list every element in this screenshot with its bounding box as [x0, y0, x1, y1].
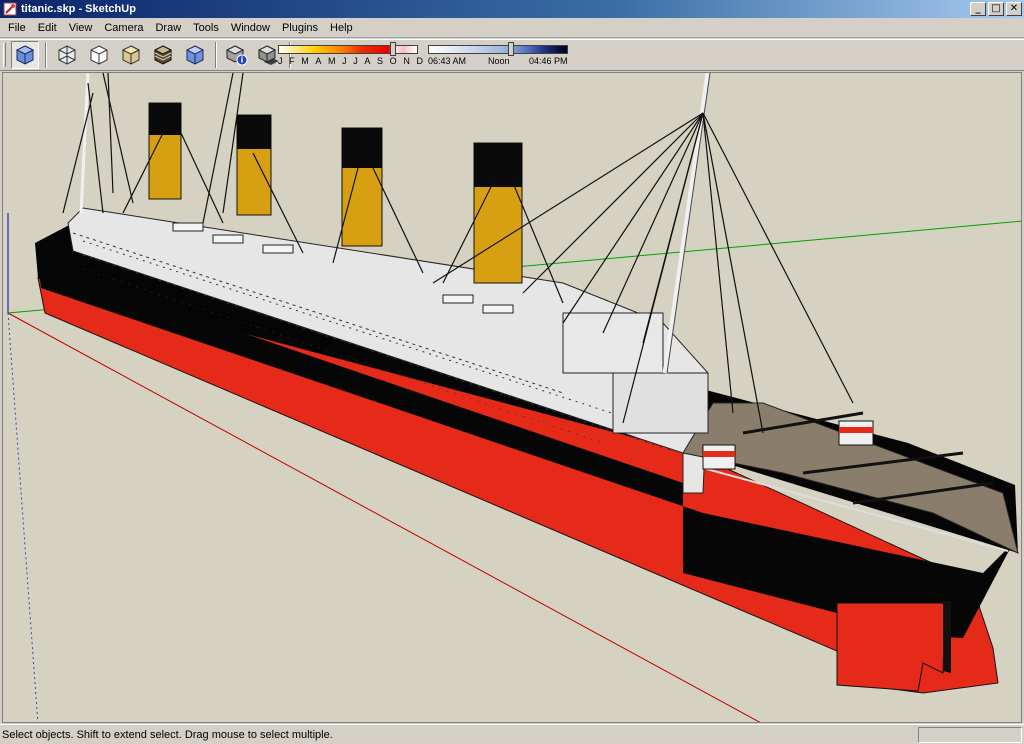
shadow-info-icon	[226, 45, 248, 66]
xray-cube-icon	[58, 45, 76, 65]
sketchup-app-icon	[3, 2, 17, 16]
sunset-time-label: 04:46 PM	[529, 56, 568, 66]
shadow-cube-icon	[258, 45, 279, 65]
menu-bar: File Edit View Camera Draw Tools Window …	[0, 18, 1024, 38]
menu-tools[interactable]: Tools	[187, 20, 225, 36]
titanic-model-render	[7, 73, 1021, 722]
menu-edit[interactable]: Edit	[32, 20, 63, 36]
iso-view-button[interactable]	[11, 41, 39, 69]
month-label: J	[342, 56, 347, 66]
textured-cube-icon	[185, 45, 205, 65]
shaded-textures-button[interactable]	[181, 41, 209, 69]
month-label: J	[278, 56, 283, 66]
restore-icon: □	[991, 3, 1001, 14]
shadow-month-slider-track[interactable]	[278, 45, 418, 54]
deckhouse-aft	[612, 372, 709, 434]
month-label: A	[364, 56, 371, 66]
fore-mast	[79, 73, 90, 214]
shadow-time-slider-handle[interactable]	[508, 42, 514, 56]
menu-camera[interactable]: Camera	[98, 20, 149, 36]
month-label: A	[315, 56, 322, 66]
menu-view[interactable]: View	[63, 20, 99, 36]
close-icon: ✕	[1009, 3, 1019, 14]
menu-help[interactable]: Help	[324, 20, 359, 36]
shadow-month-slider-handle[interactable]	[390, 42, 396, 56]
shadow-month-labels: J F M A M J J A S O N D	[278, 56, 423, 66]
xray-button[interactable]	[53, 41, 81, 69]
shaded-cube-icon	[153, 45, 173, 65]
model-viewport[interactable]	[2, 72, 1022, 723]
iso-cube-icon	[15, 45, 35, 65]
shadow-time-slider-track[interactable]	[428, 45, 568, 54]
close-button[interactable]: ✕	[1006, 2, 1022, 16]
month-label: M	[301, 56, 309, 66]
month-label: N	[403, 56, 410, 66]
menu-file[interactable]: File	[2, 20, 32, 36]
minimize-icon: _	[975, 3, 981, 14]
blue-axis-dotted	[7, 312, 39, 722]
toolbar-separator	[45, 42, 47, 68]
rudder-post	[943, 601, 951, 673]
status-bar: Select objects. Shift to extend select. …	[0, 724, 1024, 744]
hidden-line-cube-icon	[121, 45, 141, 65]
shadow-settings-button[interactable]	[223, 41, 251, 69]
measurements-box[interactable]	[918, 726, 1022, 743]
title-bar[interactable]: titanic.skp - SketchUp _ □ ✕	[0, 0, 1024, 18]
sunrise-time-label: 06:43 AM	[428, 56, 467, 66]
month-label: O	[389, 56, 397, 66]
menu-window[interactable]: Window	[225, 20, 276, 36]
status-message: Select objects. Shift to extend select. …	[2, 728, 333, 741]
month-label: M	[328, 56, 336, 66]
maximize-button[interactable]: □	[988, 2, 1004, 16]
month-label: J	[353, 56, 358, 66]
toolbar-grip[interactable]	[3, 43, 6, 67]
month-label: F	[289, 56, 295, 66]
hidden-line-button[interactable]	[117, 41, 145, 69]
month-label: D	[416, 56, 423, 66]
wireframe-cube-icon	[90, 45, 108, 65]
wireframe-button[interactable]	[85, 41, 113, 69]
toolbar-separator	[215, 42, 217, 68]
window-title: titanic.skp - SketchUp	[21, 3, 136, 15]
menu-plugins[interactable]: Plugins	[276, 20, 324, 36]
sketchup-window: titanic.skp - SketchUp _ □ ✕ File Edit V…	[0, 0, 1024, 744]
noon-label: Noon	[488, 56, 510, 66]
month-label: S	[377, 56, 384, 66]
menu-draw[interactable]: Draw	[149, 20, 187, 36]
minimize-button[interactable]: _	[970, 2, 986, 16]
shaded-button[interactable]	[149, 41, 177, 69]
